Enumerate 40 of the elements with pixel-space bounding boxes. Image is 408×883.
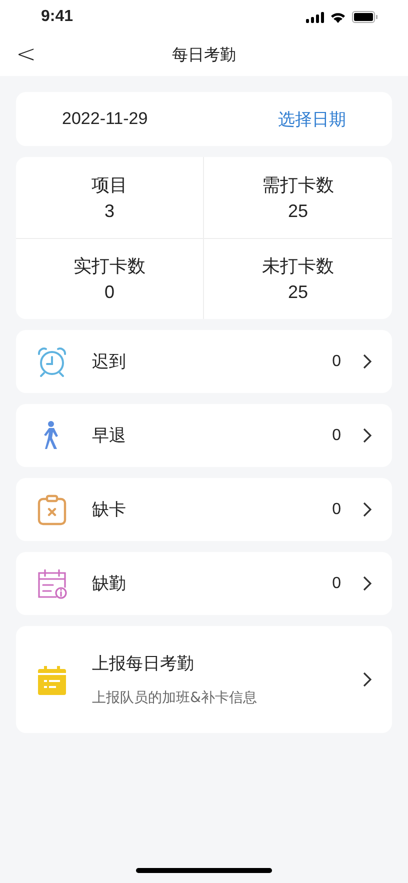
stat-label: 实打卡数	[74, 255, 146, 278]
alarm-clock-icon	[36, 346, 68, 378]
attendance-row[interactable]: 迟到 0	[16, 330, 392, 393]
page-title: 每日考勤	[172, 44, 236, 66]
report-subtitle: 上报队员的加班&补卡信息	[92, 689, 257, 707]
row-count: 0	[332, 574, 341, 592]
chevron-right-icon	[363, 576, 372, 591]
attendance-row[interactable]: 早退 0	[16, 404, 392, 467]
row-label: 缺卡	[92, 499, 127, 521]
stat-label: 需打卡数	[262, 174, 334, 197]
stat-value: 25	[288, 282, 308, 304]
chevron-right-icon	[363, 672, 372, 687]
chevron-right-icon	[363, 428, 372, 443]
stat-value: 0	[104, 282, 114, 304]
row-count: 0	[332, 426, 341, 444]
stat-label: 未打卡数	[262, 255, 334, 278]
stat-value: 25	[288, 200, 308, 222]
date-text: 2022-11-29	[62, 109, 148, 129]
calendar-list-icon	[36, 664, 68, 696]
wifi-icon	[330, 11, 346, 23]
report-title: 上报每日考勤	[92, 653, 194, 675]
row-label: 缺勤	[92, 573, 127, 595]
status-time: 9:41	[41, 8, 74, 26]
report-row[interactable]: 上报每日考勤 上报队员的加班&补卡信息	[16, 626, 392, 733]
row-label: 迟到	[92, 351, 127, 373]
chevron-right-icon	[363, 502, 372, 517]
signal-icon	[306, 12, 324, 22]
stat-value: 3	[104, 200, 114, 222]
select-date-link[interactable]: 选择日期	[278, 108, 346, 130]
chevron-right-icon	[363, 354, 372, 369]
attendance-row[interactable]: 缺勤 0	[16, 552, 392, 615]
attendance-row[interactable]: 缺卡 0	[16, 478, 392, 541]
row-label: 早退	[92, 425, 127, 447]
back-button[interactable]: <	[12, 40, 40, 68]
row-count: 0	[332, 352, 341, 370]
stat-label: 项目	[92, 174, 128, 197]
row-count: 0	[332, 500, 341, 518]
calendar-info-icon	[36, 568, 68, 600]
clipboard-x-icon	[36, 494, 68, 526]
battery-icon	[352, 11, 378, 23]
